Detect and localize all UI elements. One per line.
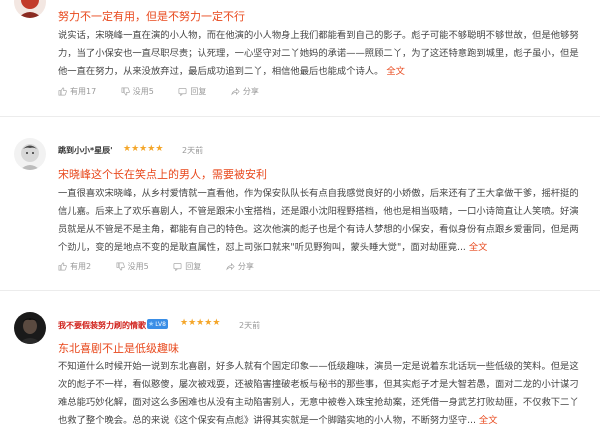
comment-icon bbox=[173, 262, 182, 271]
review-content: 一直很喜欢宋晓峰，从乡村爱情就一直看他，作为保安队队长有点自我感觉良好的小娇傲，… bbox=[58, 185, 588, 257]
review-actions: 有用2 没用5 回复 分享 bbox=[58, 261, 276, 273]
review-actions: 有用17 没用5 回复 分享 bbox=[58, 86, 281, 98]
reply-label: 回复 bbox=[185, 262, 202, 271]
review-title[interactable]: 宋晓峰这个长在笑点上的男人，需要被安利 bbox=[58, 166, 267, 182]
useful-count: 有用17 bbox=[70, 87, 97, 96]
share-icon bbox=[231, 87, 240, 96]
full-text-link[interactable]: 全文 bbox=[386, 66, 405, 77]
rating-stars: ★★★★★ bbox=[180, 318, 220, 328]
share-button[interactable]: 分享 bbox=[231, 86, 259, 97]
review-line: 难总能巧妙化解，面对这么多困难也从没有主动陷害别人，无意中被卷入珠宝抢劫案，还凭… bbox=[58, 397, 579, 408]
useless-count: 没用5 bbox=[127, 262, 149, 271]
divider bbox=[0, 116, 600, 117]
reply-button[interactable]: 回复 bbox=[173, 261, 201, 272]
avatar[interactable] bbox=[14, 312, 46, 344]
star-icon: ★ bbox=[123, 144, 132, 154]
username[interactable]: 跳到小小*星辰' bbox=[58, 145, 113, 156]
useless-button[interactable]: 没用5 bbox=[116, 261, 149, 272]
review-line: 信儿嘉。后来上了欢乐喜剧人，不管是跟宋小宝搭档，还是跟小沈阳程野搭档，他也是相当… bbox=[58, 206, 579, 217]
review-line: 次的彪子不一样，看似憨傻，屡次被戏耍，还被陷害撞破老板与秘书的那些事，但其实彪子… bbox=[58, 379, 579, 390]
review-line: 他一直在努力，从来没放弃过，最后成功追到二丫，相信他最后也能成个诗人。 bbox=[58, 66, 384, 77]
share-icon bbox=[226, 262, 235, 271]
reply-button[interactable]: 回复 bbox=[178, 86, 206, 97]
share-label: 分享 bbox=[237, 262, 254, 271]
level-badge-label: LV8 bbox=[155, 320, 166, 328]
review-content: 说实话，宋晓峰一直在演的小人物，而在他演的小人物身上我们都能看到自己的影子。彪子… bbox=[58, 27, 588, 81]
useful-count: 有用2 bbox=[70, 262, 92, 271]
comment-icon bbox=[178, 87, 187, 96]
useful-button[interactable]: 有用17 bbox=[58, 86, 96, 97]
review-time: 2天前 bbox=[182, 146, 204, 155]
useful-button[interactable]: 有用2 bbox=[58, 261, 91, 272]
divider bbox=[0, 290, 600, 291]
username[interactable]: 我不要假装努力刷的情歌 bbox=[58, 320, 146, 331]
share-button[interactable]: 分享 bbox=[226, 261, 254, 272]
full-text-link[interactable]: 全文 bbox=[469, 242, 488, 253]
review-line: 一直很喜欢宋晓峰，从乡村爱情就一直看他，作为保安队队长有点自我感觉良好的小娇傲，… bbox=[58, 188, 579, 199]
review-line: 个劲儿，变的是地点不变的是耿直属性，怼上司张口就来"听见野狗叫，蒙头睡大觉"，面… bbox=[58, 242, 466, 253]
review-line: 力，当了小保安也一直尽职尽责；认死理，一心坚守对二丫她妈的承诺——照顾二丫，为了… bbox=[58, 48, 579, 59]
full-text-link[interactable]: 全文 bbox=[479, 415, 498, 426]
reply-label: 回复 bbox=[190, 87, 207, 96]
review-time: 2天前 bbox=[239, 321, 261, 330]
useless-count: 没用5 bbox=[132, 87, 154, 96]
avatar[interactable] bbox=[14, 0, 46, 18]
review-line: 说实话，宋晓峰一直在演的小人物，而在他演的小人物身上我们都能看到自己的影子。彪子… bbox=[58, 30, 579, 41]
useless-button[interactable]: 没用5 bbox=[121, 86, 154, 97]
thumbs-down-icon bbox=[116, 262, 125, 271]
review-title[interactable]: 东北喜剧不止是低级趣味 bbox=[58, 340, 179, 356]
level-badge: ★ LV8 bbox=[147, 319, 168, 329]
review-line: 不知道什么时候开始一说到东北喜剧，好多人就有个固定印象——低级趣味，演员一定是说… bbox=[58, 361, 579, 372]
star-icon: ★ bbox=[131, 144, 140, 154]
star-icon: ★ bbox=[188, 318, 197, 328]
avatar[interactable] bbox=[14, 138, 46, 170]
star-icon: ★ bbox=[155, 144, 164, 154]
star-icon: ★ bbox=[148, 320, 155, 328]
review-content: 不知道什么时候开始一说到东北喜剧，好多人就有个固定印象——低级趣味，演员一定是说… bbox=[58, 358, 588, 430]
rating-stars: ★★★★★ bbox=[123, 144, 163, 154]
share-label: 分享 bbox=[242, 87, 259, 96]
review-title[interactable]: 努力不一定有用，但是不努力一定不行 bbox=[58, 8, 245, 24]
review-line: 员就是从不管是不是主角，都能有自己的特色。这次他演的彪子也是个有诗人梦想的小保安… bbox=[58, 224, 579, 235]
review-line: 也救了整个晚会。总的来说《这个保安有点彪》讲得其实就是一个脚踏实地的小人物，不断… bbox=[58, 415, 476, 426]
star-icon: ★ bbox=[180, 318, 189, 328]
star-icon: ★ bbox=[212, 318, 221, 328]
thumbs-up-icon bbox=[58, 262, 67, 271]
thumbs-up-icon bbox=[58, 87, 67, 96]
thumbs-down-icon bbox=[121, 87, 130, 96]
